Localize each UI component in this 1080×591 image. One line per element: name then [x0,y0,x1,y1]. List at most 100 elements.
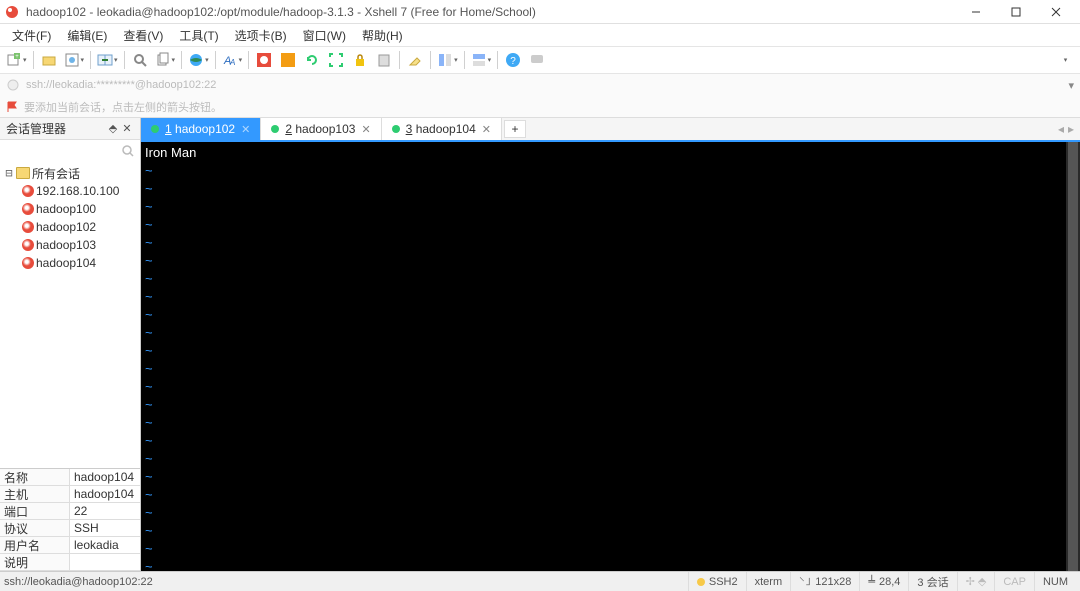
lock-button[interactable] [349,49,371,71]
add-tab-button[interactable]: + [504,120,526,138]
status-dot-icon [271,125,279,133]
refresh-button[interactable] [301,49,323,71]
session-tree: ⊟ 所有会话 192.168.10.100 hadoop100 hadoop10… [0,162,140,468]
menu-view[interactable]: 查看(V) [115,25,171,46]
collapse-icon[interactable]: ⊟ [4,166,14,180]
status-ssh: SSH2 [688,572,746,591]
menu-help[interactable]: 帮助(H) [354,25,411,46]
menu-tools[interactable]: 工具(T) [171,25,226,46]
session-icon [22,257,34,269]
status-size: ⸌˩ 121x28 [790,572,859,591]
tab-close-icon[interactable]: ✕ [482,123,491,136]
separator [90,51,91,69]
reconnect-button[interactable]: ▾ [62,49,87,71]
status-term: xterm [746,572,791,591]
title-bar: hadoop102 - leokadia@hadoop102:/opt/modu… [0,0,1080,24]
tab-close-icon[interactable]: ✕ [241,123,250,136]
content-area: 1 hadoop102 ✕ 2 hadoop103 ✕ 3 hadoop104 … [141,118,1080,571]
separator [33,51,34,69]
tree-root[interactable]: ⊟ 所有会话 [0,164,140,182]
session-manager-panel: 会话管理器 ⬘ ✕ ⊟ 所有会话 192.168.10.100 hadoop10… [0,118,141,571]
scrollbar[interactable] [1066,142,1080,571]
separator [248,51,249,69]
folder-icon [16,167,30,179]
tree-item[interactable]: 192.168.10.100 [0,182,140,200]
transfer-button[interactable]: ▾ [95,49,120,71]
address-bar: ssh://leokadia:*********@hadoop102:22 ▾ [0,74,1080,96]
color1-button[interactable] [253,49,275,71]
session-icon [22,239,34,251]
svg-text:+: + [15,54,19,60]
tab-nav: ◂ ▸ [1052,118,1080,140]
font-button[interactable]: AA▾ [220,49,245,71]
main-area: 会话管理器 ⬘ ✕ ⊟ 所有会话 192.168.10.100 hadoop10… [0,118,1080,571]
highlight-button[interactable] [404,49,426,71]
new-session-button[interactable]: +▾ [4,49,29,71]
menu-file[interactable]: 文件(F) [4,25,59,46]
tree-item[interactable]: hadoop102 [0,218,140,236]
fullscreen-button[interactable] [325,49,347,71]
menu-edit[interactable]: 编辑(E) [59,25,115,46]
close-button[interactable] [1036,0,1076,24]
separator [497,51,498,69]
status-bar: ssh://leokadia@hadoop102:22 SSH2 xterm ⸌… [0,571,1080,591]
tab-hadoop102[interactable]: 1 hadoop102 ✕ [141,118,261,140]
status-cap: CAP [994,572,1034,591]
flag-icon [6,101,18,113]
copy-button[interactable]: ▾ [153,49,178,71]
tree-item[interactable]: hadoop100 [0,200,140,218]
open-button[interactable] [38,49,60,71]
pin-button[interactable]: ⬘ [106,122,120,135]
help-button[interactable]: ? [502,49,524,71]
tab-hadoop104[interactable]: 3 hadoop104 ✕ [382,118,502,140]
hint-text: 要添加当前会话，点击左侧的箭头按钮。 [24,99,222,115]
log-button[interactable] [373,49,395,71]
sidebar-title: 会话管理器 [6,120,106,137]
status-dot-icon [151,125,159,133]
status-dot-icon [697,578,705,586]
menu-window[interactable]: 窗口(W) [295,25,354,46]
separator [464,51,465,69]
chat-button[interactable] [526,49,548,71]
sidebar-close-button[interactable]: ✕ [120,122,134,135]
separator [215,51,216,69]
address-dropdown[interactable]: ▾ [1068,79,1074,92]
minimize-button[interactable] [956,0,996,24]
session-icon [22,203,34,215]
tree-item[interactable]: hadoop103 [0,236,140,254]
hint-bar: 要添加当前会话，点击左侧的箭头按钮。 [0,96,1080,118]
status-dot-icon [392,125,400,133]
status-num: NUM [1034,572,1076,591]
tree-root-label: 所有会话 [32,165,80,182]
toolbar-overflow[interactable]: ▾ [1054,49,1076,71]
status-sessions: 3 会话 [908,572,956,591]
terminal[interactable]: Iron Man ~ ~ ~ ~ ~ ~ ~ ~ ~ ~ ~ ~ ~ ~ ~ ~… [141,142,1080,571]
tab-prev-icon[interactable]: ◂ [1058,122,1064,136]
menu-tabs[interactable]: 选项卡(B) [227,25,295,46]
tab-close-icon[interactable]: ✕ [361,123,370,136]
prop-row: 协议SSH [0,520,140,537]
scrollbar-thumb[interactable] [1068,142,1078,571]
tab-hadoop103[interactable]: 2 hadoop103 ✕ [261,118,381,140]
maximize-button[interactable] [996,0,1036,24]
layout2-button[interactable]: ▾ [469,49,494,71]
status-indicators: ✢ ⬘ [957,572,995,591]
menu-bar: 文件(F) 编辑(E) 查看(V) 工具(T) 选项卡(B) 窗口(W) 帮助(… [0,24,1080,46]
prop-row: 名称hadoop104 [0,469,140,486]
prop-row: 用户名leokadia [0,537,140,554]
session-icon [22,221,34,233]
sidebar-search[interactable] [0,140,140,162]
separator [181,51,182,69]
layout1-button[interactable]: ▾ [435,49,460,71]
globe-button[interactable]: ▾ [186,49,211,71]
address-text[interactable]: ssh://leokadia:*********@hadoop102:22 [26,79,216,91]
prop-row: 端口22 [0,503,140,520]
search-button[interactable] [129,49,151,71]
color2-button[interactable] [277,49,299,71]
session-icon [22,185,34,197]
tab-next-icon[interactable]: ▸ [1068,122,1074,136]
separator [124,51,125,69]
toolbar: +▾ ▾ ▾ ▾ ▾ AA▾ ▾ ▾ ? ▾ [0,46,1080,74]
tree-item[interactable]: hadoop104 [0,254,140,272]
prop-row: 主机hadoop104 [0,486,140,503]
